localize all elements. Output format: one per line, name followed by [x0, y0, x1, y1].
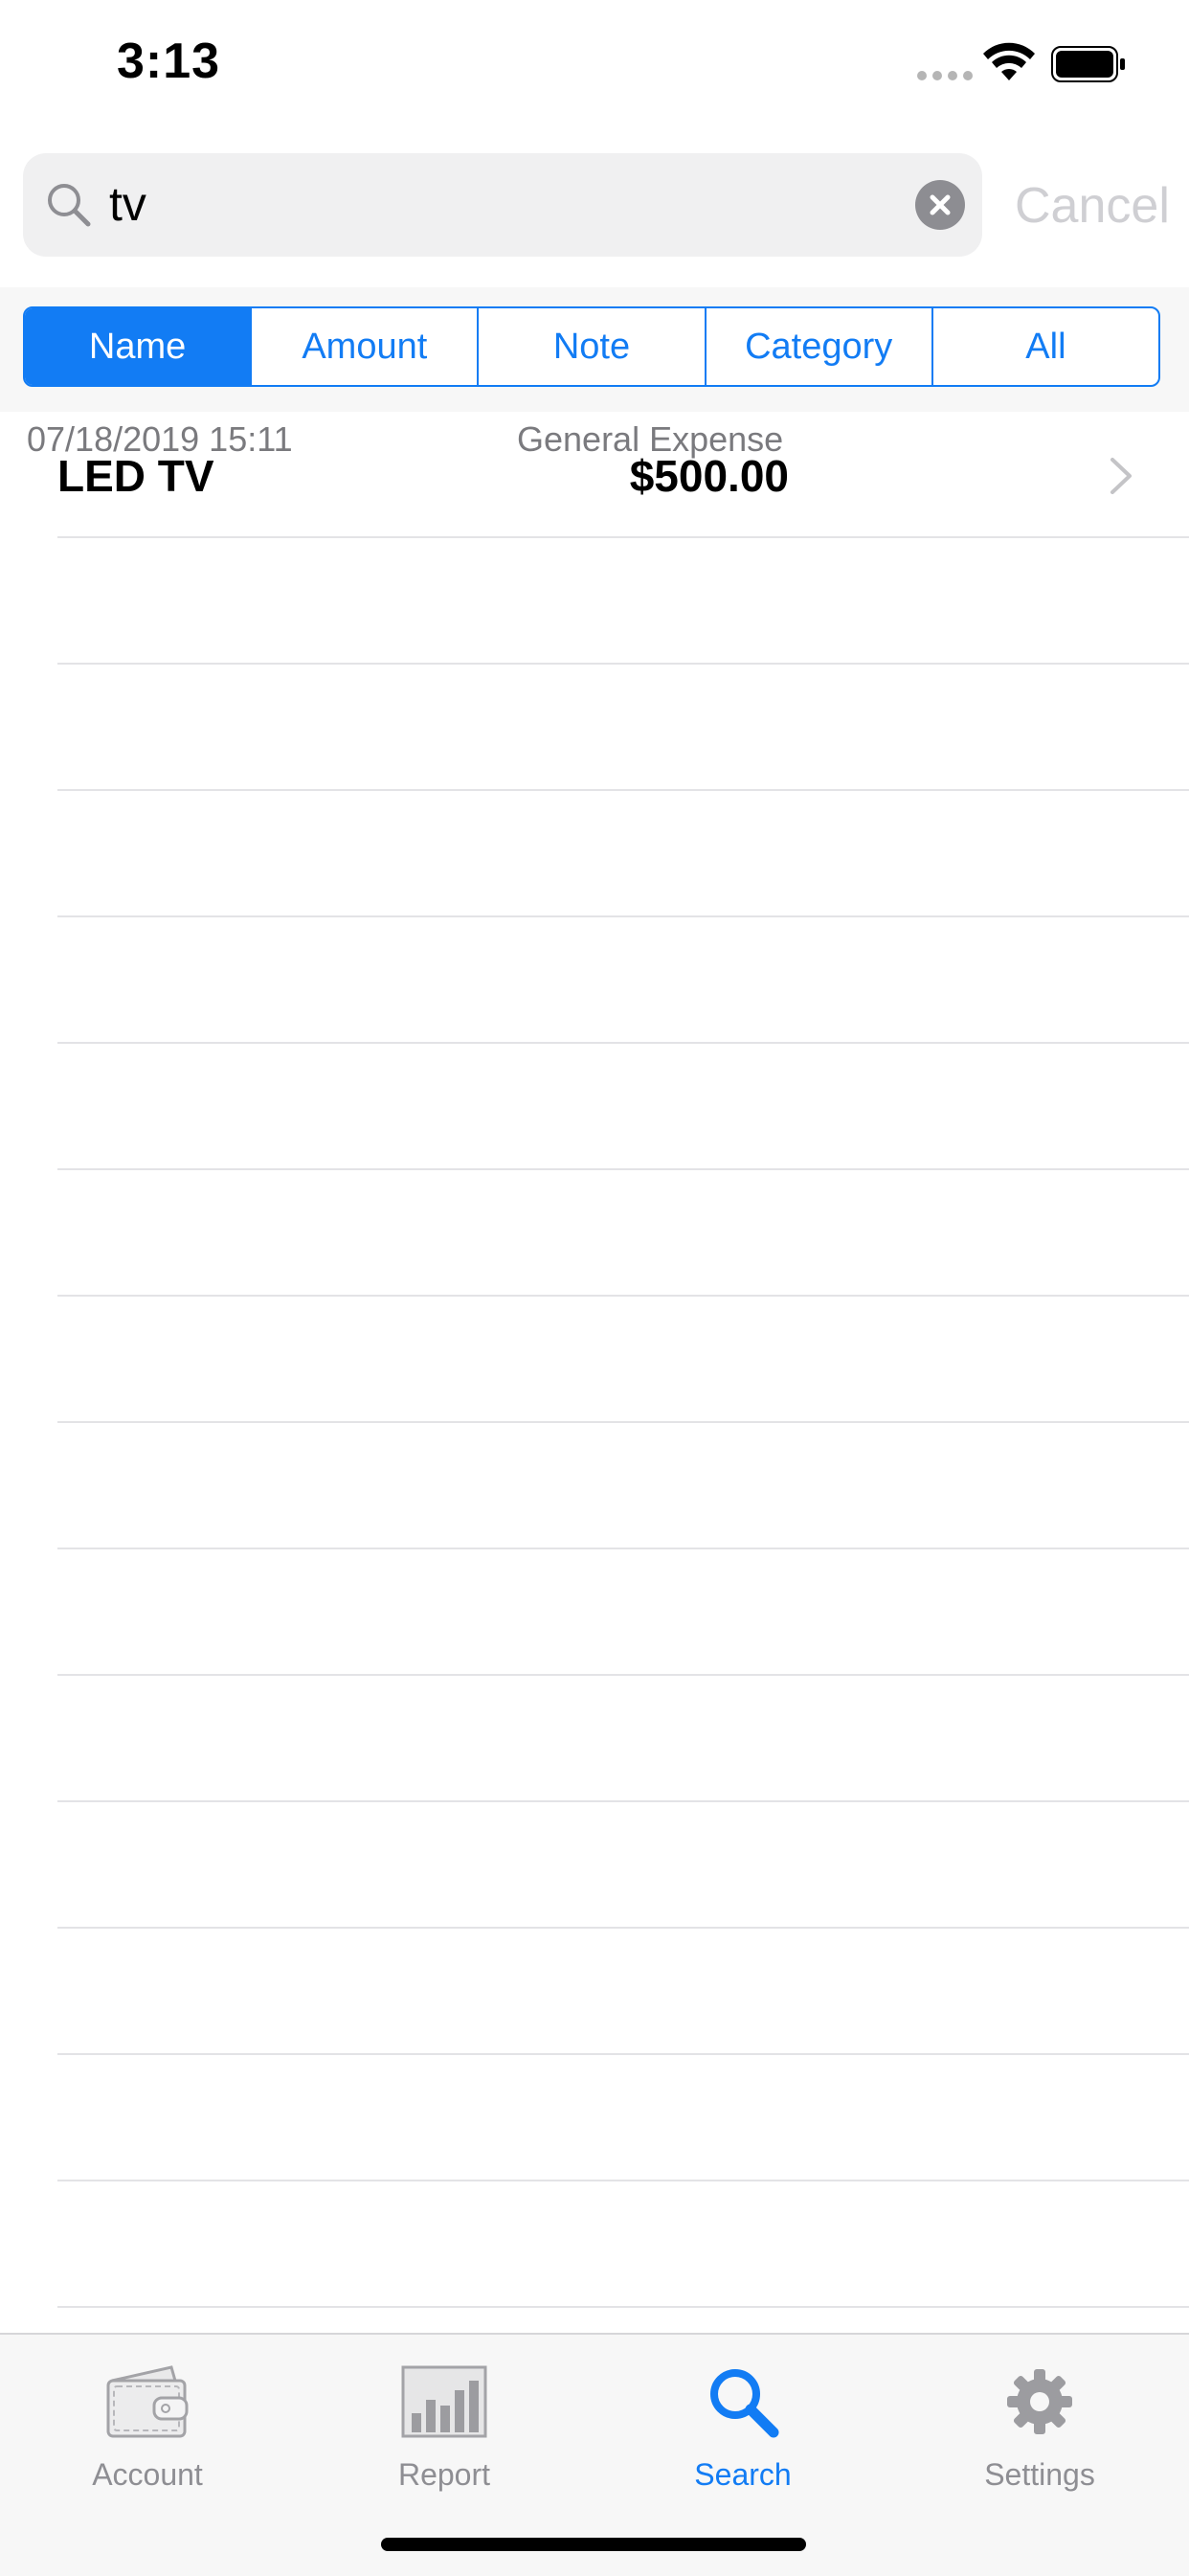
empty-row	[0, 1929, 1189, 2055]
wifi-icon	[983, 42, 1035, 80]
search-query-text[interactable]: tv	[109, 174, 146, 234]
empty-row	[0, 1297, 1189, 1423]
tab-settings[interactable]: Settings	[944, 2354, 1135, 2507]
home-indicator[interactable]	[381, 2538, 806, 2551]
segment-amount[interactable]: Amount	[250, 308, 477, 385]
search-icon	[710, 2369, 779, 2438]
battery-icon	[1051, 46, 1125, 82]
tab-report[interactable]: Report	[348, 2354, 540, 2507]
results-list: 07/18/2019 15:11 General Expense LED TV …	[0, 412, 1189, 2308]
empty-row	[0, 1676, 1189, 1802]
tab-search[interactable]: Search	[647, 2354, 839, 2507]
segment-all[interactable]: All	[931, 308, 1158, 385]
empty-row	[0, 1170, 1189, 1297]
wallet-icon	[106, 2365, 189, 2438]
search-input[interactable]: tv	[23, 153, 982, 257]
status-time: 3:13	[117, 34, 221, 89]
segment-note[interactable]: Note	[477, 308, 704, 385]
result-row[interactable]: 07/18/2019 15:11 General Expense LED TV …	[0, 412, 1189, 538]
chevron-right-icon	[1110, 458, 1132, 494]
status-bar: 3:13	[0, 0, 1189, 134]
tab-settings-label: Settings	[984, 2457, 1095, 2492]
empty-row	[0, 665, 1189, 791]
magnifier-icon	[48, 184, 91, 227]
clear-search-button[interactable]	[915, 180, 965, 230]
gear-icon	[1007, 2369, 1072, 2434]
tab-account-label: Account	[92, 2457, 203, 2492]
empty-row	[0, 917, 1189, 1044]
tab-report-label: Report	[397, 2457, 491, 2492]
empty-row	[0, 2055, 1189, 2181]
tab-account[interactable]: Account	[52, 2354, 243, 2507]
cancel-button[interactable]: Cancel	[1015, 176, 1170, 236]
search-bar: tv Cancel	[0, 153, 1189, 259]
segment-category[interactable]: Category	[704, 308, 931, 385]
close-icon	[930, 194, 951, 215]
search-scope-bar: Name Amount Note Category All	[0, 287, 1189, 412]
segment-name[interactable]: Name	[25, 308, 251, 385]
cellular-signal-icon	[917, 71, 973, 80]
segmented-control: Name Amount Note Category All	[23, 306, 1160, 387]
empty-row	[0, 538, 1189, 665]
tab-search-label: Search	[694, 2457, 792, 2492]
empty-row	[0, 2181, 1189, 2308]
result-amount: $500.00	[629, 451, 789, 501]
empty-row	[0, 1549, 1189, 1676]
empty-row	[0, 1044, 1189, 1170]
result-name: LED TV	[57, 451, 214, 501]
empty-row	[0, 791, 1189, 917]
bar-chart-icon	[401, 2365, 487, 2438]
empty-row	[0, 1802, 1189, 1929]
empty-row	[0, 1423, 1189, 1549]
